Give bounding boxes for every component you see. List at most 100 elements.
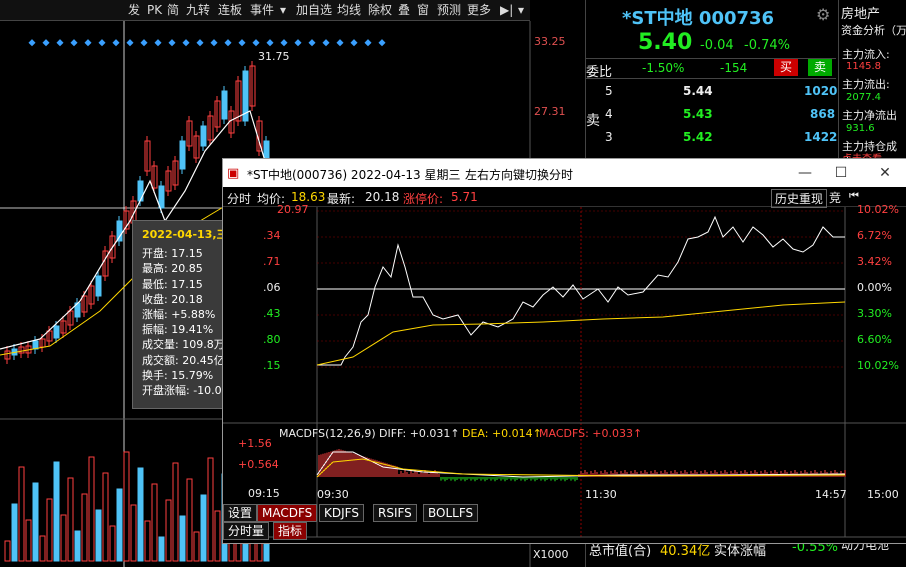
- order-vol-5: 1020: [804, 84, 838, 98]
- time-label-mid: 11:30: [585, 488, 617, 501]
- popup-titlebar[interactable]: ▣ *ST中地(000736) 2022-04-13 星期三 左右方向键切换分时…: [223, 159, 906, 187]
- minimize-button[interactable]: —: [791, 163, 819, 183]
- event-marker: [42, 39, 50, 47]
- event-marker: [112, 39, 120, 47]
- toolbar-item-5[interactable]: 事件: [250, 2, 274, 18]
- volume-bar: [130, 504, 137, 562]
- vol-label-1: +1.56: [238, 437, 272, 450]
- toolbar-item-4[interactable]: 连板: [218, 2, 242, 18]
- volume-bar: [88, 456, 95, 562]
- toolbar-item-3[interactable]: 九转: [186, 2, 210, 18]
- candle-body: [116, 220, 123, 242]
- subtab-volume[interactable]: 分时量: [223, 522, 270, 540]
- event-marker: [294, 39, 302, 47]
- event-marker: [336, 39, 344, 47]
- toolbar-item-15[interactable]: ▾: [518, 2, 524, 18]
- fund-net-value: 931.6: [846, 123, 875, 134]
- toolbar-item-9[interactable]: 除权: [368, 2, 392, 18]
- subtab-indicator[interactable]: 指标: [273, 522, 308, 540]
- volume-bar: [207, 457, 214, 562]
- volume-bar: [60, 514, 67, 562]
- auction-button[interactable]: 竞: [829, 189, 841, 206]
- price-label-top: 33.25: [534, 35, 566, 48]
- volume-bar: [123, 451, 130, 562]
- volume-bar: [186, 478, 193, 562]
- left-price-1: .34: [263, 229, 281, 242]
- candle-body: [200, 125, 207, 147]
- tab-kdjfs[interactable]: KDJFS: [319, 504, 364, 522]
- volume-bar: [151, 483, 158, 562]
- toolbar-item-6[interactable]: ▾: [280, 2, 286, 18]
- time-label-end: 14:57: [815, 488, 847, 501]
- tab-macdfs[interactable]: MACDFS: [257, 504, 318, 522]
- volume-bar: [18, 466, 25, 562]
- toolbar-item-11[interactable]: 窗: [417, 2, 429, 18]
- volume-bar: [200, 494, 207, 562]
- tab-bollfs[interactable]: BOLLFS: [423, 504, 479, 522]
- volume-bar: [11, 503, 18, 562]
- volume-bar: [158, 536, 165, 562]
- history-replay-button[interactable]: 历史重现: [771, 189, 828, 208]
- toolbar-item-10[interactable]: 叠: [398, 2, 410, 18]
- right-pct-0: 10.02%: [857, 203, 899, 216]
- volume-bar: [116, 488, 123, 562]
- toolbar-item-2[interactable]: 简: [167, 2, 179, 18]
- macd-dea: DEA: +0.014↑: [462, 427, 542, 440]
- event-marker: [196, 39, 204, 47]
- limit-price-value: 5.71: [451, 190, 478, 204]
- candle-body: [221, 90, 228, 120]
- sell-button[interactable]: 卖: [808, 59, 832, 76]
- toolbar-item-1[interactable]: PK: [147, 2, 162, 18]
- volume-bar: [109, 525, 116, 562]
- close-button[interactable]: ✕: [871, 163, 899, 183]
- toolbar-item-12[interactable]: 预测: [437, 2, 461, 18]
- volume-bar: [46, 498, 53, 562]
- event-marker: [140, 39, 148, 47]
- app-logo-icon: ▣: [227, 166, 240, 181]
- weibi-value: -154: [720, 61, 748, 75]
- toolbar-item-7[interactable]: 加自选: [296, 2, 332, 18]
- volume-bar: [102, 472, 109, 562]
- limit-price-label: 涨停价:: [403, 192, 444, 206]
- event-marker: [98, 39, 106, 47]
- volume-bar: [4, 540, 11, 562]
- stock-price: 5.40: [638, 30, 693, 55]
- fund-title: 资金分析（万: [841, 24, 906, 37]
- fund-outflow-value: 2077.4: [846, 92, 881, 103]
- tab-settings[interactable]: 设置: [223, 504, 258, 522]
- volume-bar: [137, 467, 144, 562]
- right-pct-4: 3.30%: [857, 307, 892, 320]
- tab-rsifs[interactable]: RSIFS: [373, 504, 417, 522]
- time-label-close: 15:00: [867, 488, 899, 501]
- candle-body: [158, 185, 165, 209]
- volume-bar: [144, 520, 151, 562]
- order-price-3: 5.42: [683, 130, 713, 144]
- fund-inflow-label: 主力流入:: [842, 48, 890, 61]
- back-icon[interactable]: ⏮: [849, 189, 859, 203]
- event-marker: [168, 39, 176, 47]
- fund-net-label: 主力净流出: [842, 109, 897, 122]
- volume-bar: [39, 535, 46, 562]
- toolbar-item-14[interactable]: ▶|: [500, 2, 513, 18]
- event-marker: [280, 39, 288, 47]
- toolbar-item-8[interactable]: 均线: [337, 2, 361, 18]
- event-marker: [378, 39, 386, 47]
- intraday-popup-window[interactable]: ▣ *ST中地(000736) 2022-04-13 星期三 左右方向键切换分时…: [222, 158, 906, 544]
- order-level-5: 5: [605, 84, 613, 98]
- settings-icon[interactable]: ⚙: [816, 5, 830, 24]
- stock-name-code: *ST中地 000736: [622, 8, 775, 29]
- volume-bar: [95, 509, 102, 562]
- toolbar-item-13[interactable]: 更多: [467, 2, 491, 18]
- maximize-button[interactable]: ☐: [827, 163, 855, 183]
- volume-bar: [214, 510, 221, 562]
- left-price-6: .15: [263, 359, 281, 372]
- vol-label-2: +0.564: [238, 458, 279, 471]
- left-price-5: .80: [263, 333, 281, 346]
- buy-button[interactable]: 买: [774, 59, 798, 76]
- price-label-mid: 27.31: [534, 105, 566, 118]
- fund-inflow-value: 1145.8: [846, 61, 881, 72]
- intraday-info-bar: 分时 均价: 18.63 最新: 20.18 涨停价: 5.71 历史重现 竞 …: [223, 188, 906, 208]
- toolbar-item-0[interactable]: 发: [128, 2, 140, 18]
- event-marker: [266, 39, 274, 47]
- event-marker: [126, 39, 134, 47]
